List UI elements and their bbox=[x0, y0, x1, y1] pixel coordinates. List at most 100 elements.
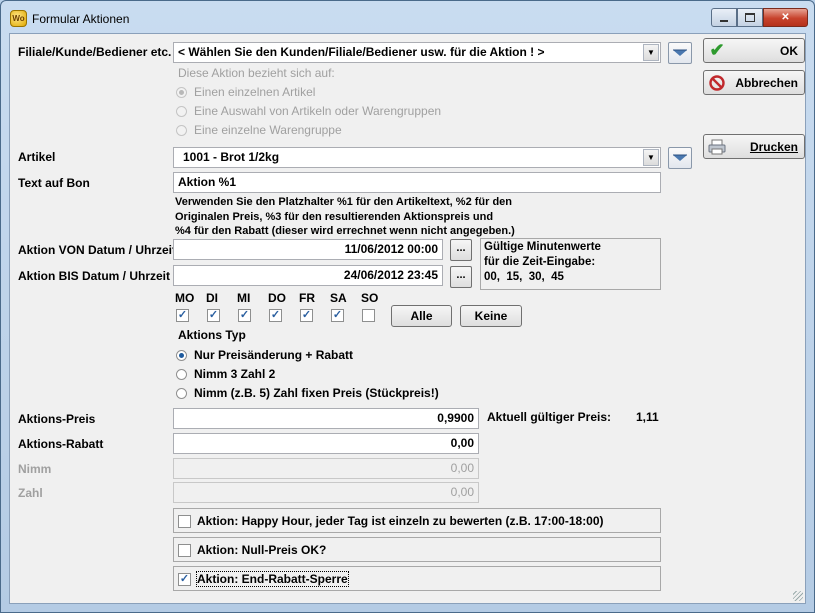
radio-icon bbox=[176, 387, 187, 399]
checkbox-icon bbox=[178, 543, 191, 557]
take-quantity-label: Nimm bbox=[18, 462, 52, 476]
cancel-label: Abbrechen bbox=[735, 75, 798, 90]
option-label: Aktion: Null-Preis OK? bbox=[197, 543, 327, 557]
radio-icon bbox=[176, 124, 187, 136]
no-entry-icon bbox=[708, 74, 726, 92]
print-button[interactable]: Drucken bbox=[703, 134, 805, 159]
action-type-label: Nimm (z.B. 5) Zahl fixen Preis (Stückpre… bbox=[194, 386, 439, 400]
action-type-label: Nimm 3 Zahl 2 bbox=[194, 367, 276, 381]
weekday-checkbox-sa[interactable]: ✓ bbox=[331, 309, 344, 322]
ok-label: OK bbox=[780, 43, 798, 58]
customer-filter-button[interactable] bbox=[668, 42, 692, 64]
scope-option-group[interactable]: Eine einzelne Warengruppe bbox=[176, 123, 342, 137]
weekday-label-so: SO bbox=[361, 291, 379, 305]
action-type-take3-pay2[interactable]: Nimm 3 Zahl 2 bbox=[176, 367, 275, 381]
receipt-help-line-2: Originalen Preis, %3 für den resultieren… bbox=[175, 211, 494, 223]
minutes-info-line-3: 00, 15, 30, 45 bbox=[484, 271, 564, 283]
printer-icon bbox=[708, 138, 726, 156]
weekday-checkbox-di[interactable]: ✓ bbox=[207, 309, 220, 322]
form-client-area: Filiale/Kunde/Bediener etc. < Wählen Sie… bbox=[9, 33, 806, 604]
date-to-input[interactable]: 24/06/2012 23:45 bbox=[173, 265, 443, 286]
pay-quantity-input[interactable]: 0,00 bbox=[173, 482, 479, 503]
minimize-button[interactable] bbox=[711, 8, 737, 27]
weekday-label-fr: FR bbox=[299, 291, 315, 305]
title-bar[interactable]: Wo Formular Aktionen ✕ bbox=[1, 1, 814, 35]
maximize-button[interactable] bbox=[737, 8, 763, 27]
take-quantity-input[interactable]: 0,00 bbox=[173, 458, 479, 479]
cancel-button[interactable]: Abbrechen bbox=[703, 70, 805, 95]
minutes-info-box: Gültige Minutenwerte für die Zeit-Eingab… bbox=[480, 238, 661, 290]
date-to-picker-button[interactable]: ... bbox=[450, 266, 472, 288]
select-all-days-button[interactable]: Alle bbox=[391, 305, 452, 327]
action-type-price-change[interactable]: Nur Preisänderung + Rabatt bbox=[176, 348, 353, 362]
window-title: Formular Aktionen bbox=[32, 12, 130, 26]
weekday-label-sa: SA bbox=[330, 291, 347, 305]
date-from-picker-button[interactable]: ... bbox=[450, 239, 472, 261]
receipt-help-line-3: %4 für den Rabatt (dieser wird errechnet… bbox=[175, 225, 515, 237]
weekday-label-mi: MI bbox=[237, 291, 251, 305]
option-happy-hour[interactable]: Aktion: Happy Hour, jeder Tag ist einzel… bbox=[178, 514, 604, 528]
action-type-fixed-price[interactable]: Nimm (z.B. 5) Zahl fixen Preis (Stückpre… bbox=[176, 386, 439, 400]
customer-combobox[interactable]: < Wählen Sie den Kunden/Filiale/Bediener… bbox=[173, 42, 661, 63]
receipt-text-label: Text auf Bon bbox=[18, 176, 90, 190]
checkbox-icon bbox=[178, 514, 191, 528]
article-filter-button[interactable] bbox=[668, 147, 692, 169]
weekday-checkbox-do[interactable]: ✓ bbox=[269, 309, 282, 322]
option-null-price[interactable]: Aktion: Null-Preis OK? bbox=[178, 543, 326, 557]
action-discount-input[interactable]: 0,00 bbox=[173, 433, 479, 454]
date-to-label: Aktion BIS Datum / Uhrzeit bbox=[18, 269, 171, 283]
scope-option-label: Eine einzelne Warengruppe bbox=[194, 123, 342, 137]
action-type-heading: Aktions Typ bbox=[178, 328, 246, 342]
action-price-label: Aktions-Preis bbox=[18, 412, 96, 426]
radio-icon bbox=[176, 368, 187, 380]
option-box-end-discount-lock: ✓ Aktion: End-Rabatt-Sperre bbox=[173, 566, 661, 591]
maximize-icon bbox=[745, 13, 755, 22]
receipt-text-input[interactable]: Aktion %1 bbox=[173, 172, 661, 193]
scope-option-label: Eine Auswahl von Artikeln oder Warengrup… bbox=[194, 104, 442, 118]
minutes-info-line-1: Gültige Minutenwerte bbox=[484, 241, 601, 253]
weekday-checkbox-mi[interactable]: ✓ bbox=[238, 309, 251, 322]
weekday-label-mo: MO bbox=[175, 291, 195, 305]
radio-icon bbox=[176, 105, 187, 117]
close-button[interactable]: ✕ bbox=[763, 8, 808, 27]
checkmark-icon: ✔ bbox=[709, 40, 725, 60]
current-price-value: 1,11 bbox=[636, 410, 659, 424]
weekday-label-do: DO bbox=[268, 291, 286, 305]
select-no-days-button[interactable]: Keine bbox=[460, 305, 522, 327]
resize-grip[interactable] bbox=[793, 591, 803, 601]
minimize-icon bbox=[720, 19, 728, 22]
weekday-checkbox-fr[interactable]: ✓ bbox=[300, 309, 313, 322]
chevron-down-icon[interactable]: ▼ bbox=[643, 44, 659, 61]
print-label: Drucken bbox=[749, 139, 798, 154]
option-label: Aktion: Happy Hour, jeder Tag ist einzel… bbox=[197, 514, 604, 528]
minutes-info-line-2: für die Zeit-Eingabe: bbox=[484, 256, 596, 268]
weekday-label-di: DI bbox=[206, 291, 218, 305]
action-discount-label: Aktions-Rabatt bbox=[18, 437, 104, 451]
option-end-discount-lock[interactable]: ✓ Aktion: End-Rabatt-Sperre bbox=[178, 571, 349, 587]
pay-quantity-label: Zahl bbox=[18, 486, 43, 500]
date-from-label: Aktion VON Datum / Uhrzeit bbox=[18, 243, 177, 257]
scope-option-single[interactable]: Einen einzelnen Artikel bbox=[176, 85, 315, 99]
checkbox-icon: ✓ bbox=[178, 572, 191, 586]
chevron-down-icon[interactable]: ▼ bbox=[643, 149, 659, 166]
option-box-null-price: Aktion: Null-Preis OK? bbox=[173, 537, 661, 562]
customer-label: Filiale/Kunde/Bediener etc. bbox=[18, 45, 172, 59]
scope-option-selection[interactable]: Eine Auswahl von Artikeln oder Warengrup… bbox=[176, 104, 441, 118]
ok-button[interactable]: ✔ OK bbox=[703, 38, 805, 63]
article-value: 1001 - Brot 1/2kg bbox=[183, 150, 280, 164]
scope-option-label: Einen einzelnen Artikel bbox=[194, 85, 316, 99]
date-from-input[interactable]: 11/06/2012 00:00 bbox=[173, 239, 443, 260]
radio-icon bbox=[176, 86, 187, 98]
customer-value: < Wählen Sie den Kunden/Filiale/Bediener… bbox=[178, 45, 545, 59]
application-window: Wo Formular Aktionen ✕ Filiale/Kunde/Bed… bbox=[0, 0, 815, 613]
filter-arrow-icon bbox=[673, 154, 687, 161]
action-price-input[interactable]: 0,9900 bbox=[173, 408, 479, 429]
scope-heading: Diese Aktion bezieht sich auf: bbox=[178, 66, 335, 80]
radio-icon bbox=[176, 349, 187, 361]
action-type-label: Nur Preisänderung + Rabatt bbox=[194, 348, 354, 362]
close-icon: ✕ bbox=[781, 12, 790, 23]
option-box-happy-hour: Aktion: Happy Hour, jeder Tag ist einzel… bbox=[173, 508, 661, 533]
article-combobox[interactable]: 1001 - Brot 1/2kg ▼ bbox=[173, 147, 661, 168]
weekday-checkbox-mo[interactable]: ✓ bbox=[176, 309, 189, 322]
weekday-checkbox-so[interactable] bbox=[362, 309, 375, 322]
